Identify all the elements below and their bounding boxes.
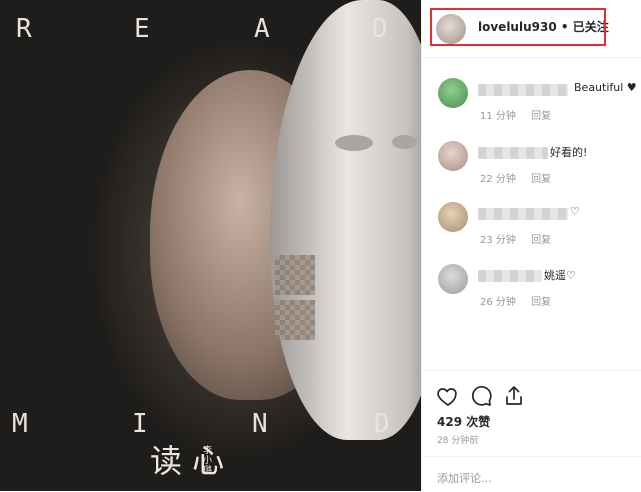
comment-item: Beautiful ♥ 11 分钟 回复 xyxy=(438,78,638,128)
poster-letter: D xyxy=(374,409,390,439)
commenter-name-blurred[interactable] xyxy=(478,208,568,220)
comment-meta: 11 分钟 回复 xyxy=(480,107,551,122)
share-icon[interactable] xyxy=(502,384,526,408)
poster-letter: I xyxy=(132,409,148,439)
poster-letter: R xyxy=(16,14,32,44)
avatar[interactable] xyxy=(438,78,468,108)
avatar[interactable] xyxy=(438,141,468,171)
commenter-name-blurred[interactable] xyxy=(478,84,568,96)
poster-artist: 李小璐 xyxy=(203,446,213,476)
poster-letter: A xyxy=(254,14,270,44)
reply-link[interactable]: 回复 xyxy=(531,235,551,246)
comment-meta: 23 分钟 回复 xyxy=(480,231,551,246)
likes-count[interactable]: 429 次赞 xyxy=(437,413,490,430)
poster-letter: M xyxy=(12,409,28,439)
actions-divider xyxy=(422,370,641,372)
comment-text: 姚遥♡ xyxy=(544,269,576,282)
poster-letter: D xyxy=(372,14,388,44)
add-comment-input[interactable]: 添加评论... xyxy=(437,470,492,486)
mosaic-blur xyxy=(275,300,315,340)
mask-eye xyxy=(392,135,417,149)
commenter-name-blurred[interactable] xyxy=(478,147,548,159)
comment-item: 姚遥♡ 26 分钟 回复 xyxy=(438,264,638,314)
comment-text: ♡ xyxy=(570,205,580,218)
comment-text: Beautiful ♥ xyxy=(574,81,637,94)
reply-link[interactable]: 回复 xyxy=(531,297,551,308)
comment-time: 11 分钟 xyxy=(480,111,516,122)
highlight-box xyxy=(430,8,606,46)
posted-time: 28 分钟前 xyxy=(437,436,479,446)
mask-eye xyxy=(335,135,373,151)
post-image[interactable]: R E A D M I N D 读 心 李小璐 xyxy=(0,0,421,491)
reply-link[interactable]: 回复 xyxy=(531,174,551,185)
avatar[interactable] xyxy=(438,264,468,294)
commenter-name-blurred[interactable] xyxy=(478,270,542,282)
comment-time: 23 分钟 xyxy=(480,235,516,246)
heart-icon[interactable] xyxy=(436,384,460,408)
panel-divider xyxy=(421,0,422,491)
reply-link[interactable]: 回复 xyxy=(531,111,551,122)
comment-meta: 26 分钟 回复 xyxy=(480,293,551,308)
mosaic-blur xyxy=(275,255,315,295)
comment-icon[interactable] xyxy=(469,384,493,408)
comment-time: 26 分钟 xyxy=(480,297,516,308)
comment-meta: 22 分钟 回复 xyxy=(480,170,551,185)
poster-letter: N xyxy=(252,409,268,439)
comment-text: 好看的! xyxy=(550,146,588,159)
comment-item: ♡ 23 分钟 回复 xyxy=(438,202,638,252)
comment-time: 22 分钟 xyxy=(480,174,516,185)
comment-item: 好看的! 22 分钟 回复 xyxy=(438,141,638,191)
poster-letter: E xyxy=(134,14,150,44)
white-mask-figure xyxy=(270,0,421,440)
avatar[interactable] xyxy=(438,202,468,232)
